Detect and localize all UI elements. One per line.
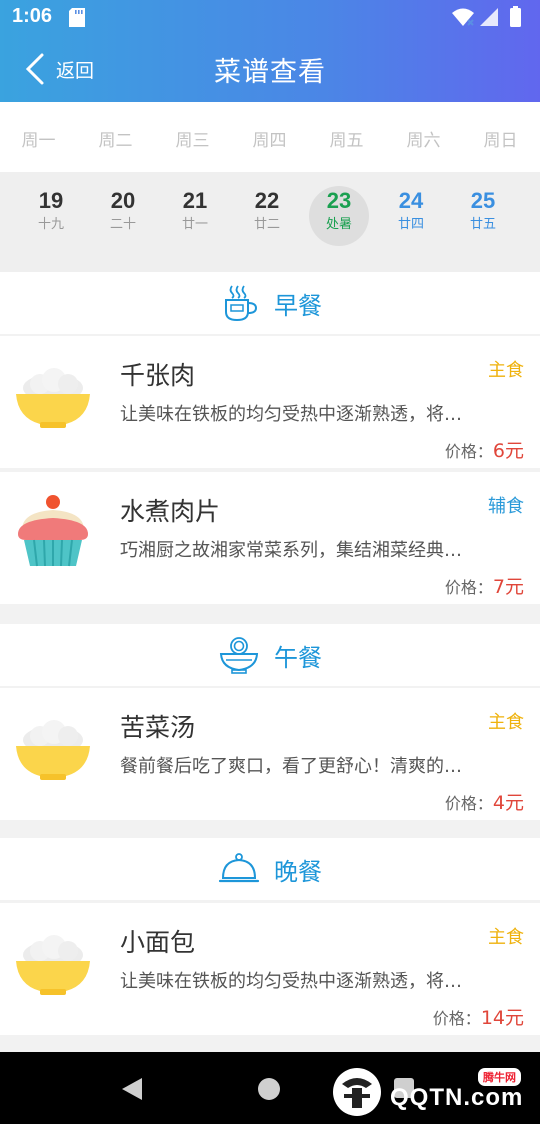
date-cell[interactable]: 24 廿四 <box>376 186 446 246</box>
section-dinner-header: 晚餐 <box>0 838 540 900</box>
dish-description: 巧湘厨之故湘家常菜系列，集结湘菜经典… <box>120 540 462 561</box>
menu-item[interactable]: 千张肉 主食 让美味在铁板的均匀受热中逐渐熟透，将… 价格：6元 <box>0 336 540 468</box>
lunar-date: 廿一 <box>181 217 208 232</box>
date-number: 19 <box>38 188 64 213</box>
dish-description: 让美味在铁板的均匀受热中逐渐熟透，将… <box>120 971 462 992</box>
dish-tag: 主食 <box>488 927 524 948</box>
dish-name: 小面包 <box>120 928 196 957</box>
section-title: 午餐 <box>274 643 322 672</box>
lunar-date: 廿五 <box>469 217 496 232</box>
date-cell[interactable]: 21 廿一 <box>160 186 230 246</box>
date-cell-selected[interactable]: 23 处暑 <box>304 186 374 246</box>
lunar-date: 处暑 <box>325 217 352 232</box>
dish-price: 价格：14元 <box>433 1003 524 1030</box>
dish-price: 价格：4元 <box>445 788 524 815</box>
sd-card-icon <box>69 8 85 27</box>
section-breakfast-header: 早餐 <box>0 272 540 334</box>
dish-tag: 主食 <box>488 712 524 733</box>
weekday-sun: 周日 <box>483 131 518 151</box>
lunar-date: 二十 <box>109 217 136 232</box>
status-time: 1:06 <box>12 5 53 27</box>
lunar-date: 廿四 <box>397 217 424 232</box>
watermark: QQTN.com 腾牛网 <box>330 1062 536 1118</box>
date-selector: 19 十九 20 二十 21 廿一 22 廿二 23 处暑 24 廿四 25 廿… <box>0 172 540 272</box>
date-cell[interactable]: 20 二十 <box>88 186 158 246</box>
cupcake-icon <box>18 495 88 567</box>
watermark-logo <box>333 1068 381 1116</box>
dish-name: 千张肉 <box>120 361 196 390</box>
nav-back-icon[interactable] <box>120 1076 144 1102</box>
date-cell[interactable]: 19 十九 <box>16 186 86 246</box>
date-number: 21 <box>182 188 208 213</box>
status-icons <box>452 6 521 27</box>
price-label: 价格： <box>444 442 493 461</box>
rice-bowl-icon <box>16 368 90 428</box>
price-label: 价格： <box>444 578 493 597</box>
watermark-badge: 腾牛网 <box>478 1068 521 1086</box>
section-title: 早餐 <box>274 291 322 320</box>
date-cell[interactable]: 22 廿二 <box>232 186 302 246</box>
weekday-thu: 周四 <box>252 131 287 151</box>
section-lunch-header: 午餐 <box>0 624 540 686</box>
section-title: 晚餐 <box>274 857 322 886</box>
dish-price: 价格：6元 <box>445 436 524 463</box>
menu-item[interactable]: 小面包 主食 让美味在铁板的均匀受热中逐渐熟透，将… 价格：14元 <box>0 903 540 1035</box>
date-cell[interactable]: 25 廿五 <box>448 186 518 246</box>
date-number: 24 <box>398 188 424 213</box>
weekday-sat: 周六 <box>406 131 441 151</box>
battery-icon <box>510 8 521 27</box>
date-number: 25 <box>470 188 496 213</box>
signal-icon <box>480 8 498 26</box>
watermark-text: QQTN.com <box>390 1084 524 1111</box>
dish-tag: 主食 <box>488 360 524 381</box>
menu-item[interactable]: 苦菜汤 主食 餐前餐后吃了爽口，看了更舒心！清爽的… 价格：4元 <box>0 688 540 820</box>
rice-bowl-icon <box>16 720 90 780</box>
coffee-cup-icon <box>225 285 258 322</box>
weekday-mon: 周一 <box>21 131 56 151</box>
price-label: 价格： <box>444 794 493 813</box>
price-value: 7元 <box>492 576 524 598</box>
dish-tag: 辅食 <box>488 496 524 517</box>
nav-bar: 返回 菜谱查看 <box>0 36 540 102</box>
app-header: 1:06 返回 菜谱查看 <box>0 0 540 102</box>
dish-name: 水煮肉片 <box>120 497 221 526</box>
date-number: 20 <box>110 188 136 213</box>
lunar-date: 廿二 <box>253 217 280 232</box>
price-value: 6元 <box>492 440 524 462</box>
dish-description: 餐前餐后吃了爽口，看了更舒心！清爽的… <box>120 756 462 777</box>
price-label: 价格： <box>432 1009 481 1028</box>
nav-home-icon[interactable] <box>258 1078 280 1100</box>
noodle-bowl-icon <box>219 637 259 674</box>
page-title: 菜谱查看 <box>214 57 326 88</box>
lunar-date: 十九 <box>37 217 64 232</box>
weekday-tue: 周二 <box>98 131 133 151</box>
dish-price: 价格：7元 <box>445 572 524 599</box>
dish-description: 让美味在铁板的均匀受热中逐渐熟透，将… <box>120 404 462 425</box>
food-cloche-icon <box>218 853 260 883</box>
weekday-fri: 周五 <box>329 131 364 151</box>
dish-name: 苦菜汤 <box>120 713 196 742</box>
weekday-bar: 周一 周二 周三 周四 周五 周六 周日 <box>0 102 540 172</box>
price-value: 4元 <box>492 792 524 814</box>
date-number: 23 <box>326 188 352 213</box>
weekday-wed: 周三 <box>175 131 210 151</box>
menu-item[interactable]: 水煮肉片 辅食 巧湘厨之故湘家常菜系列，集结湘菜经典… 价格：7元 <box>0 472 540 604</box>
status-bar: 1:06 <box>0 0 540 36</box>
date-number: 22 <box>254 188 280 213</box>
price-value: 14元 <box>480 1007 524 1029</box>
rice-bowl-icon <box>16 935 90 995</box>
